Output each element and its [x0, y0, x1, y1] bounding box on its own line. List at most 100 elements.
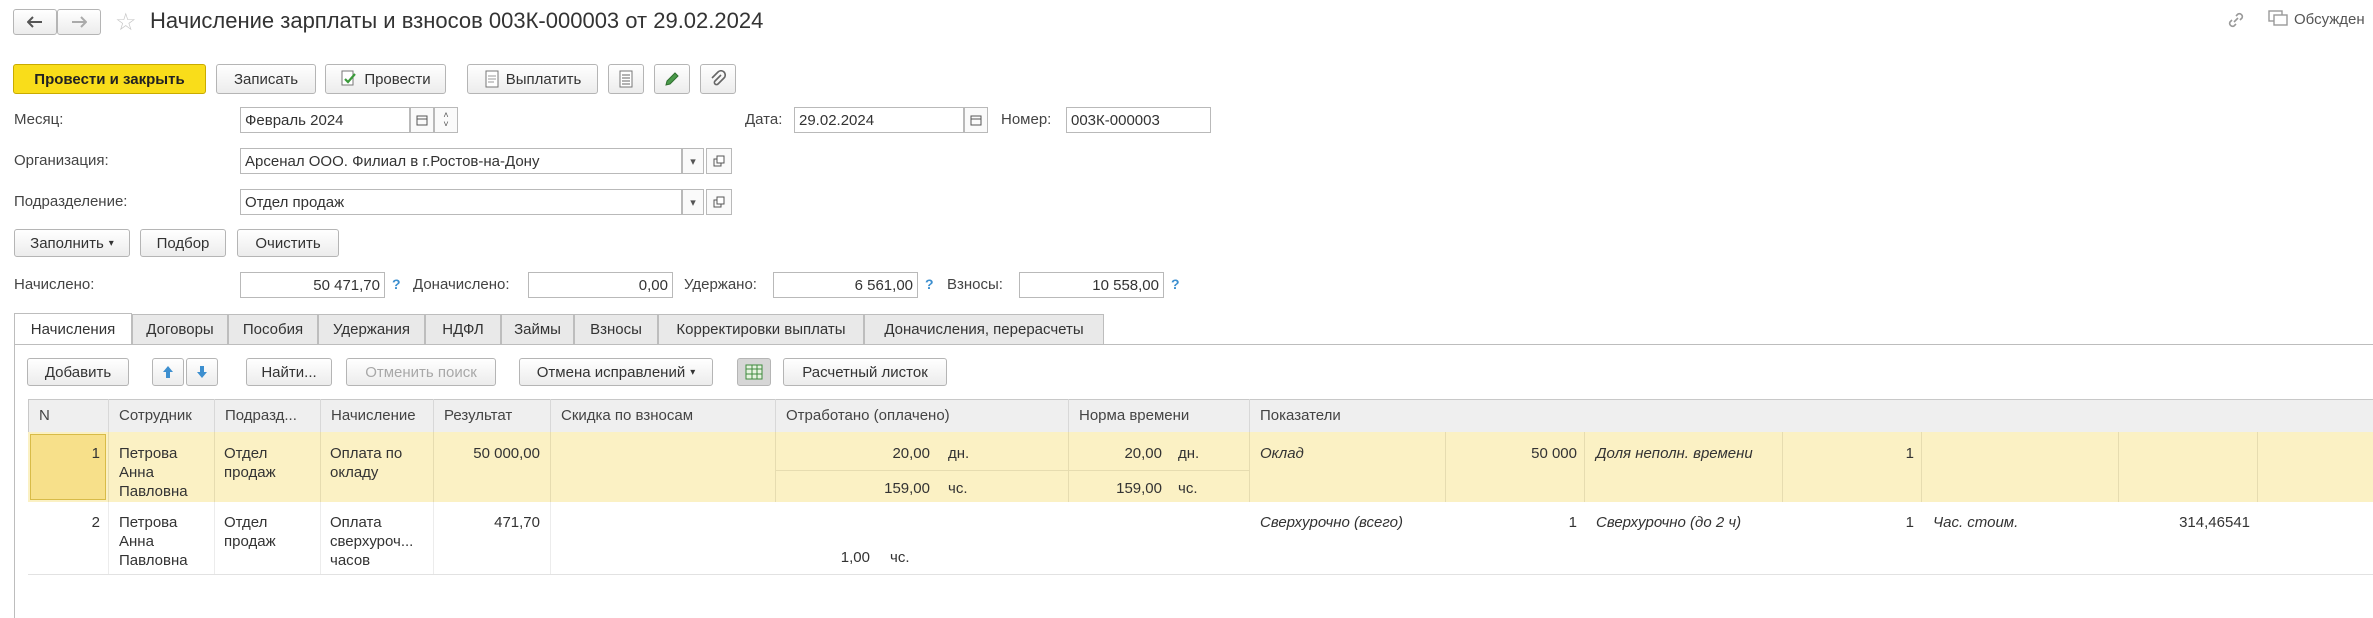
tab-ndfl[interactable]: НДФЛ	[425, 314, 501, 344]
tab-loans[interactable]: Займы	[501, 314, 574, 344]
document-icon	[485, 70, 499, 88]
organization-dropdown-button[interactable]: ▾	[682, 148, 704, 174]
extra-accrued-label: Доначислено:	[413, 276, 510, 293]
paperclip-icon	[711, 70, 726, 86]
add-row-button[interactable]: Добавить	[27, 358, 129, 386]
save-button[interactable]: Записать	[216, 64, 316, 94]
find-button[interactable]: Найти...	[246, 358, 332, 386]
norm-days-unit: дн.	[1178, 445, 1200, 462]
back-button[interactable]	[13, 9, 57, 35]
stepper-down-icon: ˅	[443, 119, 449, 129]
column-worked[interactable]: Отработано (оплачено)	[775, 399, 1068, 432]
tab-panel-left-border	[14, 344, 15, 618]
accrued-label: Начислено:	[14, 276, 95, 293]
column-indicators[interactable]: Показатели	[1249, 399, 2373, 432]
month-calendar-button[interactable]	[410, 107, 434, 133]
withheld-field[interactable]: 6 561,00	[773, 272, 918, 298]
month-stepper[interactable]: ˄ ˅	[434, 107, 458, 133]
employee-name-line: Анна	[119, 533, 154, 550]
date-label: Дата:	[745, 111, 783, 128]
fill-button[interactable]: Заполнить ▾	[14, 229, 130, 257]
row2-divider	[550, 502, 551, 574]
indicator-value: 1	[1905, 445, 1914, 462]
accrued-field[interactable]: 50 471,70	[240, 272, 385, 298]
row2-divider	[320, 502, 321, 574]
row2-divider	[108, 502, 109, 574]
row1-divider	[108, 432, 109, 502]
contributions-help-icon[interactable]: ?	[1171, 276, 1180, 292]
payslip-button[interactable]: Расчетный листок	[783, 358, 947, 386]
tab-contributions[interactable]: Взносы	[574, 314, 658, 344]
row1-divider	[1782, 432, 1783, 502]
attach-button[interactable]	[700, 64, 736, 94]
edit-button[interactable]	[654, 64, 690, 94]
accrued-help-icon[interactable]: ?	[392, 276, 401, 292]
tab-benefits[interactable]: Пособия	[228, 314, 318, 344]
tab-deductions[interactable]: Удержания	[318, 314, 425, 344]
tab-contracts[interactable]: Договоры	[132, 314, 228, 344]
number-field[interactable]: 003К-000003	[1066, 107, 1211, 133]
extra-accrued-field[interactable]: 0,00	[528, 272, 673, 298]
employee-name-line: Петрова	[119, 514, 178, 531]
contributions-field[interactable]: 10 558,00	[1019, 272, 1164, 298]
post-document-icon	[341, 70, 357, 86]
discussions-button[interactable]: Обсужден	[2268, 10, 2365, 28]
worked-days-unit: дн.	[948, 445, 970, 462]
organization-open-button[interactable]	[706, 148, 732, 174]
link-icon[interactable]	[2226, 10, 2246, 34]
month-label: Месяц:	[14, 111, 64, 128]
department-dropdown-button[interactable]: ▾	[682, 189, 704, 215]
tab-accruals[interactable]: Начисления	[14, 313, 132, 345]
clear-button[interactable]: Очистить	[237, 229, 339, 257]
report-button[interactable]	[608, 64, 644, 94]
worked-hours-unit: чс.	[890, 549, 910, 566]
organization-field[interactable]: Арсенал ООО. Филиал в г.Ростов-на-Дону	[240, 148, 682, 174]
favorite-star-icon[interactable]: ☆	[115, 8, 137, 37]
open-link-icon	[713, 196, 725, 208]
department-open-button[interactable]	[706, 189, 732, 215]
row1-divider	[320, 432, 321, 502]
table-row[interactable]	[28, 432, 2373, 503]
cancel-search-button[interactable]: Отменить поиск	[346, 358, 496, 386]
row2-divider	[433, 502, 434, 574]
column-time-norm[interactable]: Норма времени	[1068, 399, 1249, 432]
table-settings-button[interactable]	[737, 358, 771, 386]
column-department[interactable]: Подразд...	[214, 399, 320, 432]
move-down-button[interactable]	[186, 358, 218, 386]
row1-divider	[2257, 432, 2258, 502]
dropdown-arrow-icon: ▾	[690, 196, 696, 209]
tab-payment-corrections[interactable]: Корректировки выплаты	[658, 314, 864, 344]
cancel-fixes-label: Отмена исправлений	[536, 363, 686, 381]
chat-icon	[2268, 10, 2288, 26]
post-button[interactable]: Провести	[325, 64, 446, 94]
row1-subrow-divider	[775, 470, 1249, 471]
column-employee[interactable]: Сотрудник	[108, 399, 214, 432]
norm-days-value: 20,00	[1124, 445, 1162, 462]
column-result[interactable]: Результат	[433, 399, 550, 432]
pay-button[interactable]: Выплатить	[467, 64, 598, 94]
indicator-name: Сверхурочно (всего)	[1260, 514, 1403, 531]
employee-name-line: Павловна	[119, 483, 188, 500]
fill-button-label: Заполнить	[30, 234, 104, 252]
date-calendar-button[interactable]	[964, 107, 988, 133]
arrow-up-icon	[163, 366, 173, 378]
column-accrual[interactable]: Начисление	[320, 399, 433, 432]
move-up-button[interactable]	[152, 358, 184, 386]
department-label: Подразделение:	[14, 193, 128, 210]
withheld-help-icon[interactable]: ?	[925, 276, 934, 292]
department-field[interactable]: Отдел продаж	[240, 189, 682, 215]
date-field[interactable]: 29.02.2024	[794, 107, 964, 133]
tab-recalculations[interactable]: Доначисления, перерасчеты	[864, 314, 1104, 344]
forward-button[interactable]	[57, 9, 101, 35]
select-button[interactable]: Подбор	[140, 229, 226, 257]
column-n[interactable]: N	[28, 399, 108, 432]
month-field[interactable]: Февраль 2024	[240, 107, 410, 133]
post-and-close-button[interactable]: Провести и закрыть	[13, 64, 206, 94]
indicator-value: 1	[1568, 514, 1577, 531]
dropdown-arrow-icon: ▾	[108, 237, 114, 249]
column-contribution-discount[interactable]: Скидка по взносам	[550, 399, 775, 432]
accrual-line: сверхуроч...	[330, 533, 414, 550]
accrual-line: часов	[330, 552, 371, 569]
cancel-fixes-button[interactable]: Отмена исправлений ▾	[519, 358, 713, 386]
row1-divider	[1249, 432, 1250, 502]
